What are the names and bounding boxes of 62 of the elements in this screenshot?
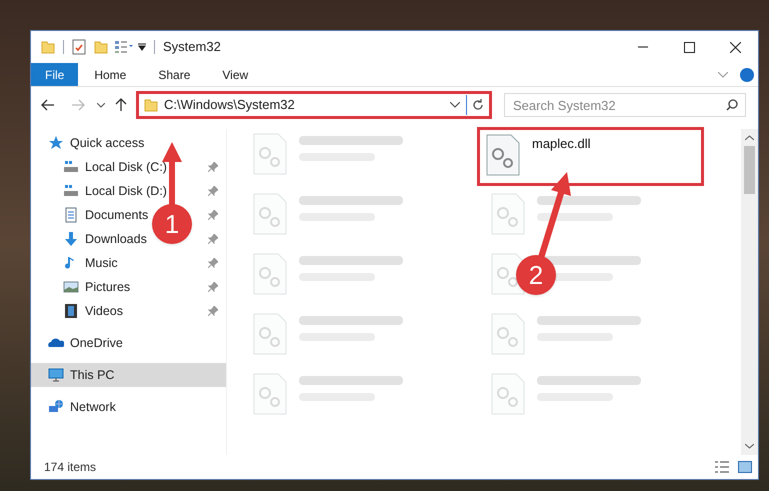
dropdown-chevron-icon[interactable] <box>450 102 460 108</box>
sidebar-item[interactable]: OneDrive <box>70 334 123 352</box>
recent-dropdown-icon[interactable] <box>97 102 105 108</box>
dll-file-icon[interactable] <box>486 134 520 176</box>
pin-icon[interactable] <box>208 258 218 268</box>
address-bar[interactable]: C:\Windows\System32 <box>136 91 492 119</box>
window-title: System32 <box>163 38 221 56</box>
sidebar-item[interactable]: Music <box>85 254 118 272</box>
forward-arrow-icon[interactable] <box>71 99 85 111</box>
scrollbar-thumb[interactable] <box>744 146 755 194</box>
scroll-up-icon[interactable] <box>745 135 754 140</box>
pin-icon[interactable] <box>208 306 218 316</box>
address-path: C:\Windows\System32 <box>164 96 295 114</box>
up-arrow-icon[interactable] <box>115 98 127 112</box>
sidebar-item-selected[interactable]: This PC <box>31 363 226 387</box>
star-icon <box>48 135 64 151</box>
download-arrow-icon <box>63 231 79 247</box>
ribbon-tab[interactable]: Share <box>142 63 206 86</box>
sidebar-item[interactable]: Videos <box>85 302 123 320</box>
close-icon <box>730 42 740 52</box>
ribbon-tab[interactable]: Home <box>78 63 142 86</box>
search-field[interactable]: Search System32 <box>504 93 746 117</box>
picture-icon <box>63 279 79 295</box>
sidebar-item[interactable]: Downloads <box>85 230 147 248</box>
drive-icon <box>63 159 79 175</box>
scrollbar[interactable] <box>741 129 758 455</box>
network-icon <box>48 399 64 415</box>
item-count: 174 items <box>44 459 96 476</box>
expand-ribbon-icon[interactable] <box>718 72 728 78</box>
back-arrow-icon[interactable] <box>41 99 55 111</box>
refresh-icon[interactable] <box>472 99 484 111</box>
ribbon-tab[interactable]: View <box>206 63 264 86</box>
sidebar-item[interactable]: Pictures <box>85 278 130 296</box>
sidebar-item[interactable]: Local Disk (D:) <box>85 182 167 200</box>
folder-icon <box>144 98 158 112</box>
pin-icon[interactable] <box>208 282 218 292</box>
minimize-icon <box>638 46 648 48</box>
customize-dropdown-icon[interactable] <box>138 43 146 51</box>
large-icons-view-icon[interactable] <box>738 461 752 473</box>
new-folder-icon[interactable] <box>94 40 108 54</box>
pin-icon[interactable] <box>208 162 218 172</box>
file-name[interactable]: maplec.dll <box>532 134 591 154</box>
details-view-icon[interactable] <box>714 461 730 473</box>
maximize-icon <box>684 42 694 52</box>
drive-icon <box>63 183 79 199</box>
help-icon[interactable] <box>740 68 754 82</box>
sidebar-item[interactable]: Documents <box>85 206 148 224</box>
film-icon <box>63 303 79 319</box>
sidebar-item[interactable]: Network <box>70 398 116 416</box>
folder-icon[interactable] <box>41 40 55 54</box>
pin-icon[interactable] <box>208 186 218 196</box>
sidebar-item[interactable]: Quick access <box>70 134 144 152</box>
scroll-down-icon[interactable] <box>745 444 754 449</box>
file-menu-button[interactable]: File <box>31 63 78 86</box>
view-options-icon[interactable] <box>114 40 134 54</box>
search-icon <box>726 99 738 111</box>
properties-icon[interactable] <box>72 39 86 55</box>
pin-icon[interactable] <box>208 234 218 244</box>
document-icon <box>63 207 79 223</box>
pin-icon[interactable] <box>208 210 218 220</box>
monitor-icon <box>48 367 64 383</box>
sidebar-item[interactable]: Local Disk (C:) <box>85 158 167 176</box>
